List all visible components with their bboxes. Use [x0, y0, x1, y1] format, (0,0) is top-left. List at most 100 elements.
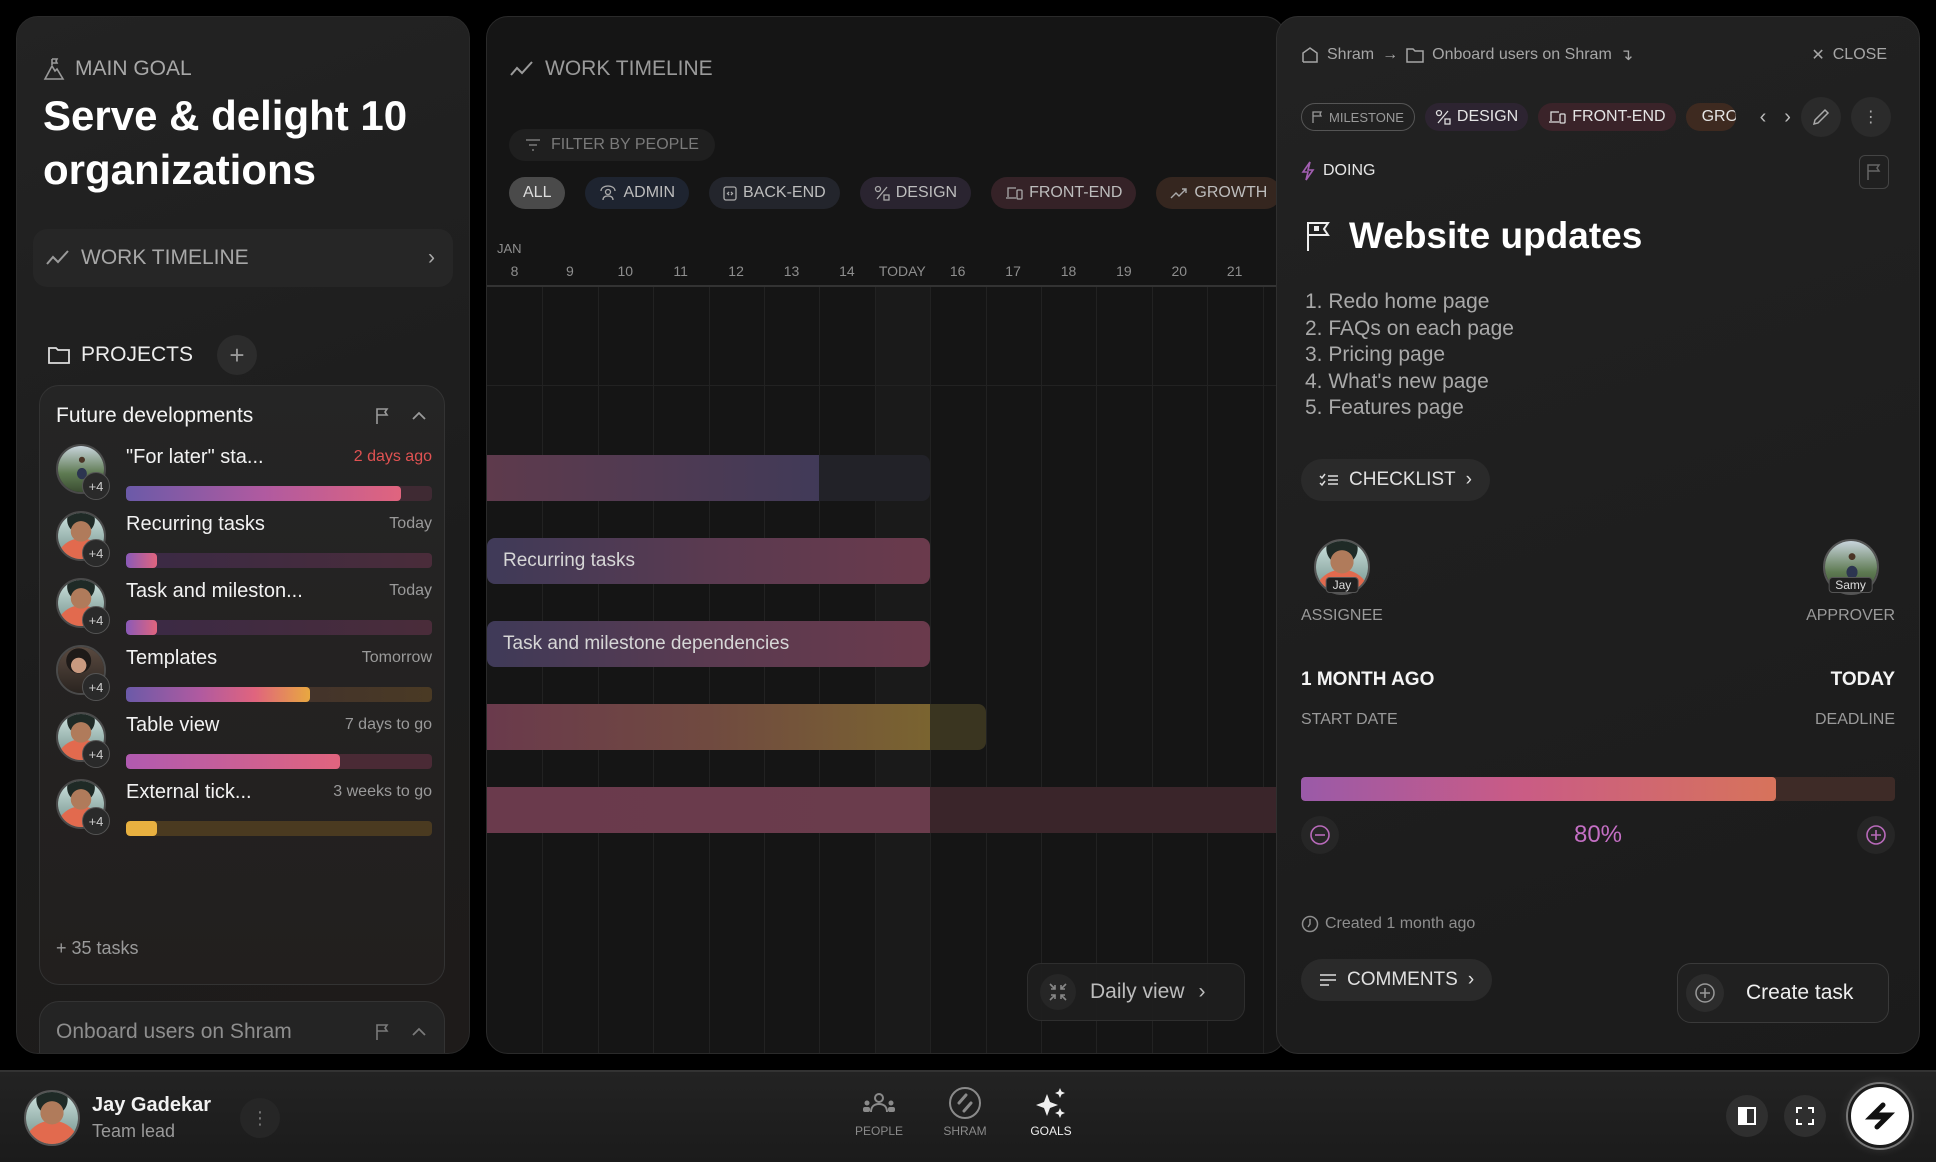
chevron-up-icon[interactable]: [410, 1026, 428, 1038]
filter-by-people-button[interactable]: FILTER BY PEOPLE: [509, 129, 715, 161]
comments-label: COMMENTS: [1347, 969, 1458, 990]
user-menu-button[interactable]: ⋮: [240, 1098, 280, 1138]
chip-design[interactable]: DESIGN: [859, 177, 972, 209]
checklist-button[interactable]: CHECKLIST ›: [1301, 459, 1490, 501]
nav-people[interactable]: PEOPLE: [855, 1086, 903, 1138]
timeline-day-label: 12: [728, 263, 744, 279]
task-row[interactable]: +4 "For later" sta... 2 days ago: [56, 444, 432, 514]
assignee[interactable]: Jay ASSIGNEE: [1301, 539, 1383, 625]
shram-logo-button[interactable]: [1848, 1084, 1912, 1148]
fullscreen-button[interactable]: [1784, 1095, 1826, 1137]
chip-all[interactable]: ALL: [509, 177, 566, 209]
project-card-onboard-users[interactable]: Onboard users on Shram: [39, 1001, 445, 1053]
filter-label: FILTER BY PEOPLE: [551, 136, 699, 153]
milestone-flag-icon: [1307, 222, 1330, 251]
task-row[interactable]: +4 Templates Tomorrow: [56, 645, 432, 715]
chip-label: ALL: [523, 184, 552, 201]
chevron-up-icon[interactable]: [410, 410, 428, 422]
flag-icon[interactable]: [374, 407, 392, 425]
timeline-bar-progress: [487, 787, 931, 833]
task-detail-panel: Shram → Onboard users on Shram ↴ ✕ CLOSE…: [1276, 16, 1920, 1054]
task-row[interactable]: +4 Table view 7 days to go: [56, 712, 432, 782]
flag-icon: [1312, 111, 1323, 123]
tag-design[interactable]: DESIGN: [1424, 103, 1529, 131]
tag-front-end[interactable]: FRONT-END: [1538, 103, 1676, 131]
flag-icon[interactable]: [374, 1023, 392, 1041]
create-task-button[interactable]: Create task: [1677, 963, 1889, 1023]
timeline-bar[interactable]: Task and milestone dependencies: [487, 621, 931, 667]
pencil-icon: [1812, 108, 1829, 126]
current-user[interactable]: Jay Gadekar Team lead: [24, 1090, 211, 1146]
timeline-day-headers: 8 9 10 11 12 13 14 TODAY 16 17 18 19 20 21: [487, 263, 1285, 285]
task-progress-fill: [126, 821, 157, 836]
nav-label: SHRAM: [943, 1124, 987, 1138]
tag-growth[interactable]: GROWTH: [1685, 103, 1736, 131]
task-title-text: Website updates: [1349, 215, 1643, 256]
task-row[interactable]: +4 Recurring tasks Today: [56, 511, 432, 581]
timeline-day-label: 9: [565, 263, 574, 279]
timeline-gridline: [708, 287, 710, 1053]
progress-bar[interactable]: [1301, 777, 1895, 801]
comments-button[interactable]: COMMENTS ›: [1301, 959, 1493, 1001]
folder-icon: [48, 347, 70, 364]
timeline-bar[interactable]: [487, 787, 1285, 833]
project-title: Future developments: [56, 404, 254, 427]
mountain-flag-icon: [43, 58, 65, 80]
timeline-gridline: [930, 287, 932, 1053]
status-badge[interactable]: DOING: [1301, 161, 1375, 181]
tag-label: GROWTH: [1701, 108, 1736, 125]
description-item: 3. Pricing page: [1305, 343, 1446, 366]
filter-icon: [526, 139, 540, 151]
nav-goals[interactable]: GOALS: [1027, 1086, 1075, 1138]
more-options-button[interactable]: ⋮: [1850, 97, 1891, 137]
task-row[interactable]: +4 Task and mileston... Today: [56, 578, 432, 648]
timeline-bar-label: Task and milestone dependencies: [503, 633, 790, 654]
chevron-right-icon[interactable]: ›: [1784, 106, 1791, 129]
people-icon: [863, 1093, 895, 1113]
edit-button[interactable]: [1800, 97, 1841, 137]
timeline-bar[interactable]: Recurring tasks: [487, 538, 931, 584]
toggle-sidebar-button[interactable]: [1726, 1095, 1768, 1137]
increase-progress-button[interactable]: [1856, 816, 1895, 854]
task-name: "For later" sta...: [126, 446, 264, 468]
daily-view-button[interactable]: Daily view ›: [1027, 963, 1245, 1021]
decrease-progress-button[interactable]: [1301, 816, 1339, 854]
chevron-left-icon[interactable]: ‹: [1760, 106, 1767, 129]
tag-milestone[interactable]: MILESTONE: [1301, 103, 1415, 131]
flag-button[interactable]: [1859, 155, 1889, 189]
timeline-row-line: [487, 385, 1285, 386]
breadcrumb-shram[interactable]: Shram: [1327, 46, 1374, 64]
close-button[interactable]: ✕ CLOSE: [1811, 45, 1887, 65]
timeline-day-label: 18: [1060, 263, 1077, 279]
breadcrumb-project[interactable]: Onboard users on Shram: [1432, 46, 1612, 64]
work-timeline-link[interactable]: WORK TIMELINE ›: [33, 229, 453, 287]
chip-admin[interactable]: ADMIN: [585, 177, 690, 209]
more-tasks-link[interactable]: + 35 tasks: [56, 938, 139, 959]
task-due: Today: [389, 582, 432, 599]
task-due: Today: [389, 515, 432, 532]
assignee-name: Jay: [1325, 577, 1359, 593]
user-name: Jay Gadekar: [92, 1094, 211, 1116]
chip-back-end[interactable]: BACK-END: [709, 177, 840, 209]
description-item: 2. FAQs on each page: [1305, 316, 1514, 340]
lines-icon: [1320, 974, 1336, 986]
deadline[interactable]: TODAY DEADLINE: [1815, 669, 1895, 729]
start-date[interactable]: 1 MONTH AGO START DATE: [1301, 669, 1434, 729]
approver-name: Samy: [1828, 577, 1873, 593]
flag-icon: [1867, 164, 1881, 180]
timeline-bar[interactable]: [487, 455, 931, 501]
timeline-gridline: [1041, 287, 1042, 1053]
breadcrumb: Shram → Onboard users on Shram ↴: [1301, 45, 1633, 65]
chevron-right-icon: ›: [1198, 980, 1206, 1003]
add-project-button[interactable]: +: [217, 335, 258, 375]
task-tags: MILESTONE DESIGN FRONT-END GROWTH ‹ › ⋮: [1301, 97, 1891, 137]
main-goal-label: MAIN GOAL: [43, 57, 192, 81]
turn-down-icon[interactable]: ↴: [1620, 45, 1633, 65]
timeline-bar[interactable]: [487, 704, 986, 750]
nav-shram[interactable]: SHRAM: [941, 1086, 989, 1138]
chip-growth[interactable]: GROWTH: [1156, 177, 1282, 209]
approver[interactable]: Samy APPROVER: [1806, 539, 1895, 625]
task-row[interactable]: +4 External tick... 3 weeks to go: [56, 779, 432, 849]
growth-icon: [1170, 188, 1188, 199]
chip-front-end[interactable]: FRONT-END: [991, 177, 1137, 209]
